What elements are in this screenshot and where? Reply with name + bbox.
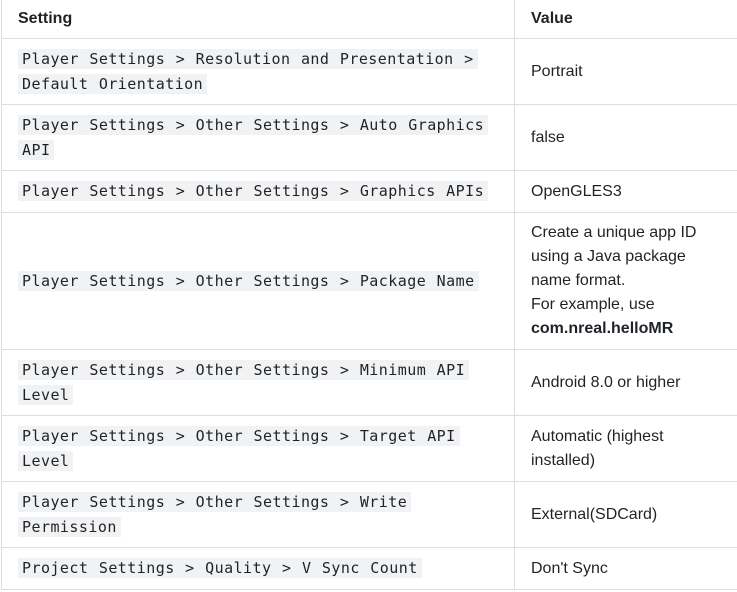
setting-cell: Player Settings > Other Settings > Auto …: [1, 104, 515, 171]
setting-cell: Player Settings > Other Settings > Write…: [1, 481, 515, 548]
table-row: Player Settings > Other Settings > Minim…: [1, 349, 737, 416]
value-cell: Create a unique app ID using a Java pack…: [514, 212, 737, 350]
value-cell: OpenGLES3: [514, 170, 737, 213]
header-setting: Setting: [1, 0, 515, 39]
table-body: Player Settings > Resolution and Present…: [1, 38, 737, 590]
value-text-line1: Create a unique app ID using a Java pack…: [531, 224, 697, 289]
table-row: Player Settings > Other Settings > Targe…: [1, 415, 737, 482]
setting-code: Player Settings > Other Settings > Auto …: [18, 114, 489, 160]
setting-code: Player Settings > Resolution and Present…: [18, 48, 478, 94]
setting-code: Player Settings > Other Settings > Write…: [18, 491, 412, 537]
settings-table: Setting Value Player Settings > Resoluti…: [1, 0, 737, 590]
setting-cell: Player Settings > Resolution and Present…: [1, 38, 515, 105]
table-row: Player Settings > Other Settings > Graph…: [1, 170, 737, 213]
setting-cell: Player Settings > Other Settings > Minim…: [1, 349, 515, 416]
value-cell: Automatic (highest installed): [514, 415, 737, 482]
setting-cell: Player Settings > Other Settings > Packa…: [1, 212, 515, 350]
setting-code: Player Settings > Other Settings > Packa…: [18, 270, 479, 291]
value-cell: Portrait: [514, 38, 737, 105]
table-header: Setting Value: [1, 0, 737, 39]
table-row: Player Settings > Other Settings > Write…: [1, 481, 737, 548]
table-row: Player Settings > Other Settings > Auto …: [1, 104, 737, 171]
table-row: Player Settings > Resolution and Present…: [1, 38, 737, 105]
setting-code: Player Settings > Other Settings > Targe…: [18, 425, 460, 471]
value-text-line2: For example, use: [531, 296, 655, 313]
setting-cell: Player Settings > Other Settings > Graph…: [1, 170, 515, 213]
value-cell: External(SDCard): [514, 481, 737, 548]
value-cell: false: [514, 104, 737, 171]
table-row: Project Settings > Quality > V Sync Coun…: [1, 547, 737, 590]
setting-code: Player Settings > Other Settings > Minim…: [18, 359, 470, 405]
value-cell: Don't Sync: [514, 547, 737, 590]
value-cell: Android 8.0 or higher: [514, 349, 737, 416]
setting-code: Project Settings > Quality > V Sync Coun…: [18, 558, 422, 578]
package-name-example: com.nreal.helloMR: [531, 320, 674, 337]
settings-table-container: Setting Value Player Settings > Resoluti…: [1, 0, 737, 590]
setting-code: Player Settings > Other Settings > Graph…: [18, 181, 489, 201]
setting-cell: Player Settings > Other Settings > Targe…: [1, 415, 515, 482]
header-row: Setting Value: [1, 0, 737, 39]
table-row: Player Settings > Other Settings > Packa…: [1, 212, 737, 350]
setting-cell: Project Settings > Quality > V Sync Coun…: [1, 547, 515, 590]
header-value: Value: [514, 0, 737, 39]
